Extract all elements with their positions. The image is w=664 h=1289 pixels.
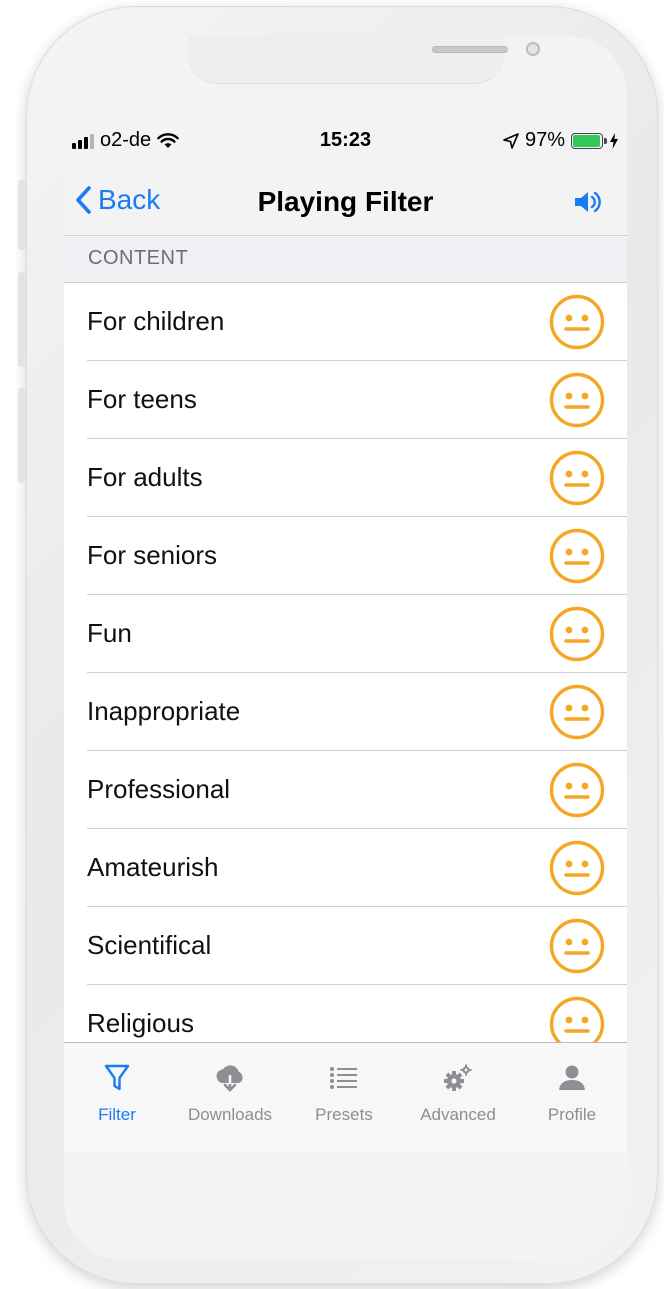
- neutral-face-icon[interactable]: [549, 918, 605, 979]
- tab-downloads[interactable]: Downloads: [174, 1061, 286, 1125]
- gears-icon: [402, 1061, 514, 1095]
- filter-row[interactable]: Amateurish: [64, 829, 627, 907]
- navigation-bar: Back Playing Filter: [64, 172, 627, 236]
- side-button-silent: [18, 180, 26, 250]
- filter-row-label: Religious: [87, 1008, 194, 1038]
- filter-row[interactable]: Professional: [64, 751, 627, 829]
- filter-row[interactable]: Inappropriate: [64, 673, 627, 751]
- battery-icon: [571, 132, 607, 149]
- filter-row-label: For children: [87, 306, 225, 336]
- filter-row-label: Inappropriate: [87, 696, 241, 726]
- tab-presets[interactable]: Presets: [288, 1061, 400, 1125]
- filter-row[interactable]: For seniors: [64, 517, 627, 595]
- neutral-face-icon[interactable]: [549, 294, 605, 355]
- tab-profile[interactable]: Profile: [516, 1061, 627, 1125]
- filter-row[interactable]: Fun: [64, 595, 627, 673]
- neutral-face-icon[interactable]: [549, 996, 605, 1043]
- tab-bar: Filter Downloads Presets Advanced Profil…: [64, 1043, 627, 1153]
- filter-row-label: For adults: [87, 462, 203, 492]
- neutral-face-icon[interactable]: [549, 840, 605, 901]
- filter-icon: [64, 1061, 173, 1095]
- location-arrow-icon: [503, 132, 519, 149]
- speaker-icon: [575, 191, 601, 213]
- cloud-download-icon: [174, 1061, 286, 1095]
- neutral-face-icon[interactable]: [549, 528, 605, 589]
- section-header: CONTENT: [64, 237, 627, 283]
- notch: [188, 36, 540, 84]
- list-icon: [288, 1061, 400, 1095]
- filter-row-label: For seniors: [87, 540, 218, 570]
- neutral-face-icon[interactable]: [549, 450, 605, 511]
- filter-row[interactable]: For adults: [64, 439, 627, 517]
- tab-label: Advanced: [420, 1105, 496, 1124]
- filter-row[interactable]: Scientifical: [64, 907, 627, 985]
- tab-advanced[interactable]: Advanced: [402, 1061, 514, 1125]
- filter-list: For children For teens For adults For se…: [64, 283, 627, 1043]
- neutral-face-icon[interactable]: [549, 606, 605, 667]
- status-bar: o2-de 15:23 97%: [64, 126, 627, 156]
- filter-row[interactable]: Religious: [64, 985, 627, 1043]
- front-camera: [526, 42, 540, 56]
- filter-row-label: Amateurish: [87, 852, 219, 882]
- tab-label: Presets: [315, 1105, 373, 1124]
- person-icon: [516, 1061, 627, 1095]
- tab-label: Downloads: [187, 1105, 273, 1124]
- neutral-face-icon[interactable]: [549, 762, 605, 823]
- battery-percent: 97%: [524, 129, 565, 151]
- page-title: Playing Filter: [257, 186, 434, 217]
- tab-filter[interactable]: Filter: [64, 1061, 173, 1125]
- tab-label: Filter: [98, 1105, 136, 1124]
- filter-row-label: For teens: [87, 384, 197, 414]
- phone-screen: o2-de 15:23 97% Back Playing Filter CONT…: [64, 36, 627, 1260]
- earpiece-speaker: [432, 46, 508, 53]
- section-header-label: CONTENT: [88, 247, 189, 269]
- sound-button[interactable]: [573, 188, 605, 221]
- filter-row[interactable]: For teens: [64, 361, 627, 439]
- filter-row-label: Professional: [87, 774, 231, 804]
- side-button-volume-down: [18, 388, 26, 483]
- neutral-face-icon[interactable]: [549, 372, 605, 433]
- neutral-face-icon[interactable]: [549, 684, 605, 745]
- filter-row-label: Fun: [87, 618, 132, 648]
- tab-label: Profile: [547, 1105, 597, 1124]
- side-button-volume-up: [18, 272, 26, 367]
- filter-row[interactable]: For children: [64, 283, 627, 361]
- charging-bolt-icon: [610, 132, 618, 149]
- filter-row-label: Scientifical: [87, 930, 212, 960]
